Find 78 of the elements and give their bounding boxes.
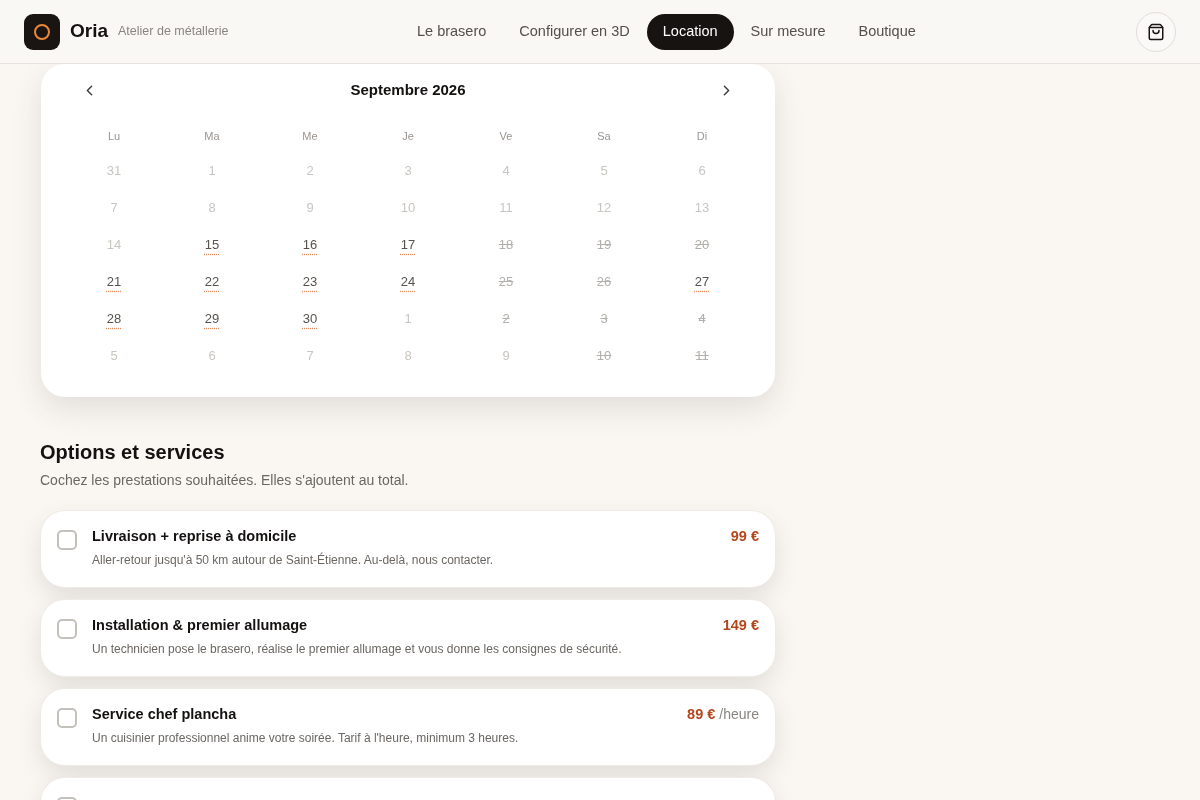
calendar-day: 5 xyxy=(600,160,608,181)
option-price: 89 € xyxy=(687,705,716,725)
weekday-label: Me xyxy=(302,128,318,144)
weekday-label: Ve xyxy=(499,128,513,144)
option-title: Livraison + reprise à domicile xyxy=(92,527,297,547)
nav-tab[interactable]: Boutique xyxy=(842,14,932,50)
nav-tab[interactable]: Sur mesure xyxy=(734,14,842,50)
calendar-day: 11 xyxy=(499,197,513,218)
weekday-label: Di xyxy=(696,128,708,144)
option-card[interactable]: Livraison + reprise à domicile 99 € Aller-retour jusqu'à 50 km autour de Saint-Étienne. Au-delà, nous contacter. xyxy=(41,511,775,587)
calendar-day: 31 xyxy=(106,160,122,181)
option-price: 149 € xyxy=(722,616,759,636)
calendar-day: 12 xyxy=(596,197,612,218)
option-title: Installation & premier allumage xyxy=(92,616,308,636)
calendar-day[interactable]: 24 xyxy=(400,271,416,292)
nav-tab[interactable]: Location xyxy=(646,14,734,50)
calendar-day: 3 xyxy=(404,160,412,181)
option-card[interactable]: Service chef plancha 89 € /heure Un cuisinier professionnel anime votre soirée. Tarif à l'heure, minimum 3 heures. xyxy=(41,689,775,765)
calendar-day: 20 xyxy=(694,234,710,255)
calendar-day: 4 xyxy=(502,160,510,181)
calendar-day: 11 xyxy=(695,345,709,366)
calendar-day[interactable]: 29 xyxy=(204,308,220,329)
option-description: Aller-retour jusqu'à 50 km autour de Saint-Étienne. Au-delà, nous contacter. xyxy=(92,552,495,568)
option-checkbox[interactable] xyxy=(57,708,77,728)
weekday-label: Sa xyxy=(597,128,611,144)
price-unit: /heure xyxy=(719,705,759,725)
nav-tab[interactable]: Le brasero xyxy=(401,14,503,50)
calendar-day: 9 xyxy=(306,197,314,218)
option-description: Un technicien pose le brasero, réalise le premier allumage et vous donne les consignes de sécurité. xyxy=(92,641,623,657)
calendar-day: 9 xyxy=(502,345,510,366)
calendar-day[interactable]: 15 xyxy=(204,234,220,255)
calendar-day: 19 xyxy=(596,234,612,255)
option-checkbox[interactable] xyxy=(57,530,77,550)
calendar-day: 6 xyxy=(208,345,216,366)
shopping-bag-icon xyxy=(1147,22,1165,41)
option-checkbox[interactable] xyxy=(57,619,77,639)
month-title: Septembre 2026 xyxy=(350,79,466,100)
calendar-day: 1 xyxy=(404,308,412,329)
calendar-day: 2 xyxy=(502,308,510,329)
calendar-day[interactable]: 21 xyxy=(106,271,122,292)
calendar-day: 8 xyxy=(404,345,412,366)
calendar-day[interactable]: 22 xyxy=(204,271,220,292)
calendar-day[interactable]: 16 xyxy=(302,234,318,255)
calendar-day: 13 xyxy=(694,197,710,218)
calendar-day: 7 xyxy=(306,345,314,366)
calendar-day: 1 xyxy=(208,160,216,181)
section-heading: Options et services xyxy=(40,440,226,465)
calendar-day: 26 xyxy=(596,271,612,292)
weekday-label: Je xyxy=(402,128,414,144)
section-subtitle: Cochez les prestations souhaitées. Elles s'ajoutent au total. xyxy=(40,471,410,490)
brand-name: Oria xyxy=(70,19,109,44)
calendar-day[interactable]: 27 xyxy=(694,271,710,292)
calendar-day: 3 xyxy=(600,308,608,329)
weekday-label: Lu xyxy=(107,128,121,144)
weekday-label: Ma xyxy=(204,128,220,144)
calendar-day: 8 xyxy=(208,197,216,218)
calendar-day: 25 xyxy=(498,271,514,292)
option-title: Service chef plancha xyxy=(92,705,237,725)
calendar-day[interactable]: 30 xyxy=(302,308,318,329)
calendar-day: 2 xyxy=(306,160,314,181)
option-description: Un cuisinier professionnel anime votre soirée. Tarif à l'heure, minimum 3 heures. xyxy=(92,730,520,746)
calendar-day[interactable]: 23 xyxy=(302,271,318,292)
option-price: 99 € xyxy=(730,527,759,547)
logo-icon[interactable] xyxy=(24,13,60,50)
calendar-day: 4 xyxy=(698,308,706,329)
calendar-day[interactable]: 28 xyxy=(106,308,122,329)
calendar-day: 7 xyxy=(110,197,118,218)
cart-button[interactable] xyxy=(1136,11,1176,52)
calendar-day: 5 xyxy=(110,345,118,366)
nav-tab[interactable]: Configurer en 3D xyxy=(503,14,646,50)
calendar-day: 10 xyxy=(400,197,416,218)
calendar-day: 6 xyxy=(698,160,706,181)
calendar-day[interactable]: 17 xyxy=(400,234,416,255)
calendar-day: 18 xyxy=(498,234,514,255)
option-card[interactable]: Installation & premier allumage 149 € Un technicien pose le brasero, réalise le premier allumage et vous donne les consignes de sécurité. xyxy=(41,600,775,676)
calendar-day: 14 xyxy=(106,234,122,255)
brand-tagline: Atelier de métallerie xyxy=(118,23,229,41)
calendar-day: 10 xyxy=(596,345,612,366)
